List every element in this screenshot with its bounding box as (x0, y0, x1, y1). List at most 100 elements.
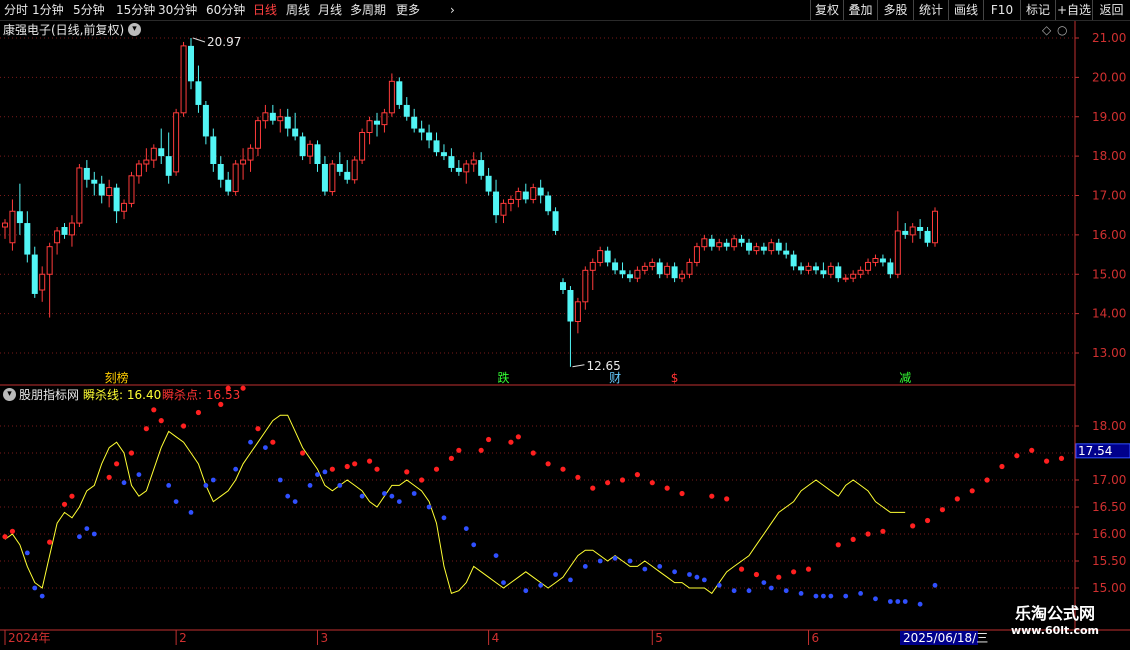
red-point-8 (143, 426, 149, 432)
blue-point-34 (523, 588, 529, 594)
low-arrow (572, 364, 585, 368)
red-point-35 (560, 466, 566, 472)
candle-body-58 (433, 140, 440, 153)
candle-body-40 (299, 136, 306, 157)
red-point-36 (575, 474, 581, 480)
red-point-37 (590, 485, 596, 491)
blue-point-64 (917, 601, 923, 607)
stock-title-dropdown-icon[interactable]: ▾ (128, 23, 141, 36)
candle-body-116 (865, 261, 872, 271)
red-point-64 (1044, 458, 1050, 464)
candle-body-65 (485, 175, 492, 192)
stock-title[interactable]: 康强电子(日线,前复权) (3, 23, 124, 37)
candle-body-125 (932, 210, 938, 244)
candle-body-95 (708, 238, 715, 247)
red-point-55 (910, 523, 916, 529)
candle-body-89 (664, 265, 671, 275)
kline-tick-label-3: 16.00 (1092, 228, 1126, 242)
candle-body-47 (351, 159, 358, 181)
blue-point-30 (463, 526, 469, 531)
blue-point-39 (597, 558, 603, 564)
candle-body-59 (440, 152, 447, 157)
candle-body-31 (232, 163, 239, 193)
candle-body-43 (321, 164, 328, 192)
candle-body-25 (188, 45, 194, 82)
blue-point-37 (568, 577, 573, 583)
red-point-41 (649, 480, 655, 486)
candle-body-35 (262, 112, 269, 122)
red-point-58 (954, 496, 960, 502)
candle-body-10 (76, 167, 83, 224)
blue-point-21 (322, 469, 328, 475)
red-point-7 (128, 450, 135, 456)
red-point-29 (478, 447, 484, 453)
candle-body-115 (857, 269, 864, 275)
candle-body-119 (887, 262, 894, 275)
blue-point-50 (746, 588, 752, 594)
red-point-28 (456, 447, 462, 453)
blue-point-10 (188, 510, 194, 515)
candle-body-8 (61, 227, 68, 235)
candle-body-36 (269, 112, 276, 121)
indicator-dropdown-icon[interactable]: ▾ (3, 388, 16, 401)
circle-icon[interactable]: ○ (1057, 23, 1067, 37)
candle-body-94 (701, 238, 708, 248)
red-point-6 (114, 461, 120, 467)
candle-body-19 (143, 159, 150, 165)
kline-tick-label-4: 17.00 (1092, 189, 1126, 203)
high-arrow (192, 37, 206, 43)
candle-body-83 (619, 270, 626, 275)
date-label-3: 4 (492, 631, 500, 645)
candle-body-75 (560, 282, 566, 290)
kline-tick-label-2: 15.00 (1092, 267, 1126, 281)
candle-body-114 (850, 273, 857, 279)
kline-tick-label-1: 14.00 (1092, 307, 1126, 321)
candle-body-123 (917, 227, 924, 231)
blue-point-51 (761, 580, 767, 585)
red-point-12 (195, 409, 202, 416)
candle-body-41 (307, 143, 314, 157)
diamond-icon[interactable]: ◇ (1042, 23, 1051, 37)
candle-body-112 (835, 266, 842, 279)
red-point-47 (753, 571, 760, 578)
red-point-42 (664, 485, 670, 491)
blue-point-55 (813, 593, 819, 599)
blue-point-8 (166, 483, 172, 488)
candle-body-62 (463, 163, 470, 173)
red-point-10 (158, 418, 164, 424)
red-point-53 (865, 531, 871, 537)
candle-body-13 (98, 183, 105, 196)
indicator-name[interactable]: 股朋指标网 (19, 388, 79, 402)
red-point-65 (1058, 455, 1065, 461)
candle-body-21 (158, 148, 165, 157)
candle-body-54 (403, 104, 410, 117)
candle-body-88 (656, 262, 663, 275)
kline-tick-label-8: 21.00 (1092, 31, 1126, 45)
date-label-0: 2024年 (8, 631, 51, 645)
candle-body-101 (753, 246, 760, 252)
event-marker-1: 跌 (497, 370, 509, 385)
blue-point-18 (292, 499, 298, 504)
blue-point-57 (828, 593, 834, 599)
blue-point-24 (382, 491, 387, 496)
candle-body-57 (426, 132, 433, 141)
blue-point-25 (389, 493, 395, 499)
candle-body-97 (723, 242, 730, 247)
red-point-9 (151, 407, 157, 413)
candle-body-72 (537, 187, 544, 196)
ind-tick-label-6: 18.00 (1092, 419, 1126, 433)
blue-point-26 (396, 499, 402, 504)
blue-point-53 (783, 588, 789, 594)
blue-point-13 (233, 466, 239, 472)
candle-body-122 (909, 226, 916, 236)
red-point-56 (924, 517, 931, 524)
red-point-18 (300, 450, 306, 456)
candle-body-91 (679, 273, 686, 279)
red-point-23 (374, 466, 380, 472)
candle-body-56 (418, 128, 425, 133)
blue-point-40 (612, 555, 618, 561)
ind-tick-label-2: 16.00 (1092, 527, 1126, 541)
red-point-22 (366, 458, 373, 464)
blue-point-61 (887, 599, 893, 604)
candle-body-51 (381, 112, 388, 126)
